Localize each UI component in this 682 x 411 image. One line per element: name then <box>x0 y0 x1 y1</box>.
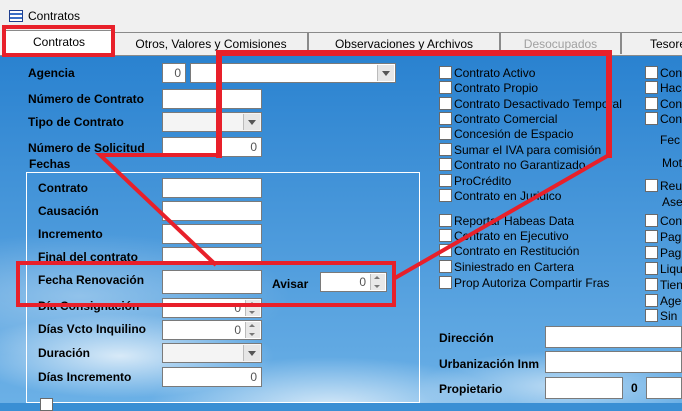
spinner-arrows-icon[interactable] <box>245 322 260 338</box>
fecha-causacion-label: Causación <box>38 204 99 218</box>
label-compartir-fras: Prop Autoriza Compartir Fras <box>454 276 610 290</box>
checkbox-desactivado[interactable] <box>439 97 452 110</box>
checkbox-right-5[interactable] <box>645 179 658 192</box>
tab-tesoreria[interactable]: Tesore <box>621 32 682 54</box>
duracion-label: Duración <box>38 346 91 360</box>
label-right-1: Con <box>660 66 682 80</box>
fechas-label: Fechas <box>29 157 71 171</box>
checkbox-sumar-iva[interactable] <box>439 143 452 156</box>
direccion-field[interactable] <box>545 326 682 348</box>
checkbox-right-2[interactable] <box>645 81 658 94</box>
dias-incremento-label: Días Incremento <box>38 370 132 384</box>
fecha-contrato-field[interactable] <box>162 178 262 198</box>
propietario-field[interactable] <box>545 377 623 399</box>
window-table-icon <box>9 10 23 22</box>
checkbox-ejecutivo[interactable] <box>439 229 452 242</box>
checkbox-right-7[interactable] <box>645 230 658 243</box>
dias-vcto-label: Días Vcto Inquilino <box>38 322 147 336</box>
checkbox-right-11[interactable] <box>645 294 658 307</box>
checkbox-restitucion[interactable] <box>439 244 452 257</box>
checkbox-juridico[interactable] <box>439 189 452 202</box>
chevron-down-icon[interactable] <box>243 114 260 130</box>
highlight-bracket-right <box>606 50 612 158</box>
fecha-incremento-field[interactable] <box>162 224 262 244</box>
label-no-garantizado: Contrato no Garantizado <box>454 158 586 172</box>
label-sumar-iva: Sumar el IVA para comisión <box>454 143 602 157</box>
checkbox-right-8[interactable] <box>645 246 658 259</box>
label-right-4: Con <box>660 112 682 126</box>
label-restitucion: Contrato en Restitución <box>454 244 580 258</box>
checkbox-contrato-propio[interactable] <box>439 81 452 94</box>
checkbox-compartir-fras[interactable] <box>439 276 452 289</box>
propietario-code: 0 <box>631 381 638 395</box>
label-contrato-propio: Contrato Propio <box>454 81 539 95</box>
chevron-down-icon[interactable] <box>243 345 260 361</box>
checkbox-procredito[interactable] <box>439 174 452 187</box>
right-text-ase: Ase <box>662 195 682 209</box>
checkbox-right-10[interactable] <box>645 278 658 291</box>
propietario-name-field[interactable] <box>646 377 682 399</box>
label-right-7: Pag <box>660 230 682 244</box>
label-comercial: Contrato Comercial <box>454 112 558 126</box>
label-right-11: Age <box>660 294 682 308</box>
urbanizacion-label: Urbanización Inm <box>439 357 540 371</box>
fecha-causacion-field[interactable] <box>162 201 262 221</box>
checkbox-contrato-activo[interactable] <box>439 66 452 79</box>
label-right-12: Sin <box>660 309 678 323</box>
checkbox-right-4[interactable] <box>645 112 658 125</box>
right-text-fec: Fec <box>660 133 681 147</box>
highlight-contratos-tab <box>2 25 115 57</box>
agencia-label: Agencia <box>28 66 75 80</box>
checkbox-concesion[interactable] <box>439 127 452 140</box>
numero-solicitud-label: Número de Solicitud <box>28 141 145 155</box>
tipo-contrato-select[interactable] <box>162 112 262 132</box>
checkbox-siniestrado[interactable] <box>439 260 452 273</box>
checkbox-right-6[interactable] <box>645 214 658 227</box>
highlight-bracket-top <box>216 50 612 56</box>
direccion-label: Dirección <box>439 331 494 345</box>
tipo-contrato-label: Tipo de Contrato <box>28 115 124 129</box>
label-habeas-data: Reportar Habeas Data <box>454 214 575 228</box>
checkbox-no-garantizado[interactable] <box>439 158 452 171</box>
numero-solicitud-field[interactable]: 0 <box>162 137 262 157</box>
duracion-select[interactable] <box>162 343 262 363</box>
fecha-incremento-label: Incremento <box>38 227 103 241</box>
label-procredito: ProCrédito <box>454 174 512 188</box>
dias-vcto-value: 0 <box>234 323 241 337</box>
propietario-label: Propietario <box>439 382 503 396</box>
checkbox-comercial[interactable] <box>439 112 452 125</box>
fecha-contrato-label: Contrato <box>38 181 88 195</box>
partial-checkbox[interactable] <box>40 398 53 411</box>
label-right-10: Tien <box>660 278 682 292</box>
label-desactivado: Contrato Desactivado Temporal <box>454 97 622 111</box>
label-contrato-activo: Contrato Activo <box>454 66 536 80</box>
label-right-2: Hac <box>660 81 682 95</box>
highlight-bracket-left <box>216 50 222 158</box>
numero-contrato-field[interactable] <box>162 89 262 109</box>
label-right-6: Con <box>660 214 682 228</box>
chevron-down-icon[interactable] <box>377 65 394 81</box>
checkbox-right-9[interactable] <box>645 262 658 275</box>
label-right-3: Con <box>660 97 682 111</box>
checkbox-right-1[interactable] <box>645 66 658 79</box>
dias-vcto-spinner[interactable]: 0 <box>162 320 262 340</box>
window-title: Contratos <box>28 9 81 23</box>
label-right-8: Pag <box>660 246 682 260</box>
label-juridico: Contrato en Juridico <box>454 189 562 203</box>
checkbox-right-12[interactable] <box>645 309 658 322</box>
label-concesion: Concesión de Espacio <box>454 127 574 141</box>
right-text-mot: Mot <box>662 156 682 170</box>
checkbox-habeas-data[interactable] <box>439 214 452 227</box>
label-siniestrado: Siniestrado en Cartera <box>454 260 575 274</box>
label-ejecutivo: Contrato en Ejecutivo <box>454 229 569 243</box>
dias-incremento-field[interactable]: 0 <box>162 367 262 387</box>
label-right-5: Reu <box>660 179 682 193</box>
urbanizacion-field[interactable] <box>545 351 682 373</box>
numero-contrato-label: Número de Contrato <box>28 92 145 106</box>
agencia-code-field[interactable]: 0 <box>162 63 186 83</box>
highlight-fecha-renovacion <box>16 261 396 307</box>
label-right-9: Liqu <box>660 262 682 276</box>
checkbox-right-3[interactable] <box>645 97 658 110</box>
